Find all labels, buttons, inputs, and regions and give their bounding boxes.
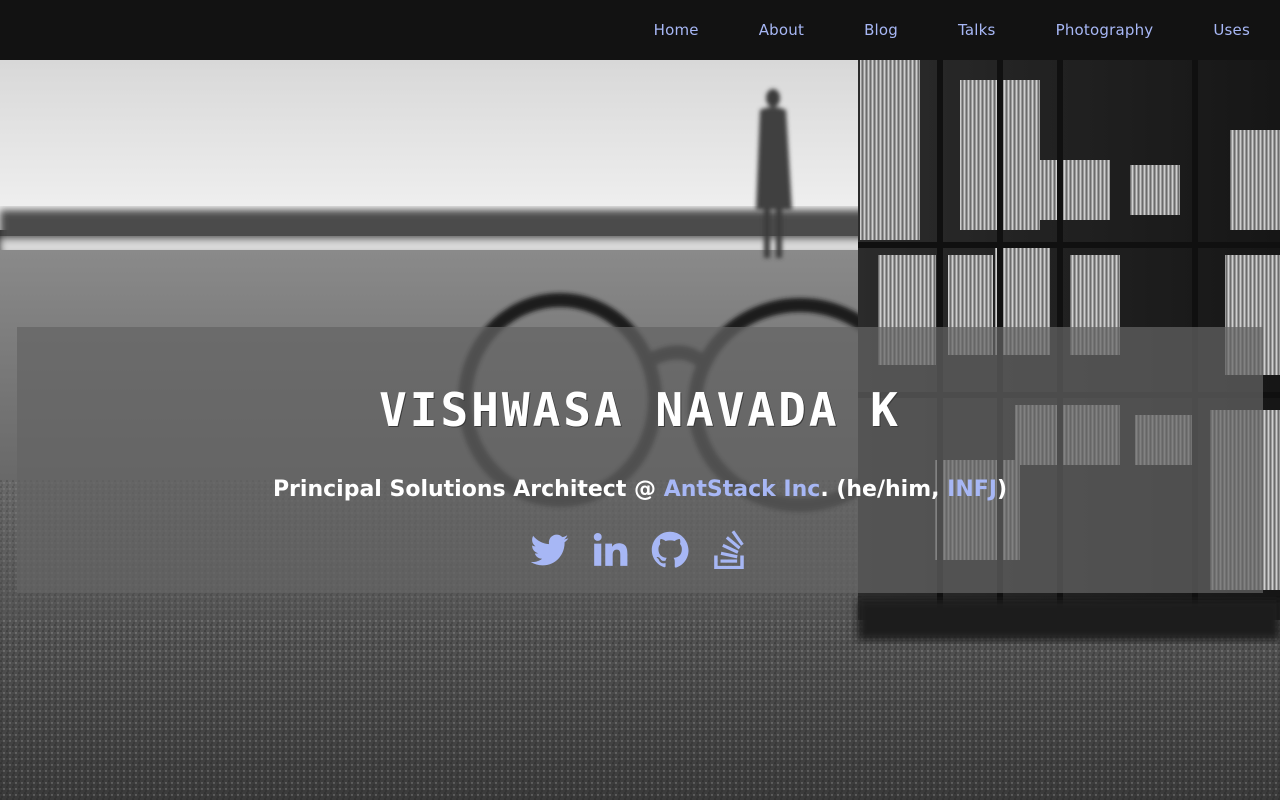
nav-item-talks: Talks [928,0,1026,60]
linkedin-link[interactable] [591,530,629,570]
nav-item-blog: Blog [834,0,928,60]
tagline-middle: . (he/him, [820,477,948,502]
github-link[interactable] [651,530,689,570]
nav-item-home: Home [624,0,729,60]
nav-link-about[interactable]: About [729,0,834,60]
nav-item-photography: Photography [1026,0,1184,60]
tagline-suffix: ) [996,477,1008,502]
stackoverflow-link[interactable] [711,530,749,570]
nav-item-about: About [729,0,834,60]
twitter-icon [531,534,569,566]
site-title: VISHWASA NAVADA K [379,383,901,437]
top-navbar: Home About Blog Talks Photography Uses [0,0,1280,60]
nav-link-blog[interactable]: Blog [834,0,928,60]
github-icon [651,531,689,568]
nav-link-photography[interactable]: Photography [1026,0,1184,60]
company-link[interactable]: AntStack Inc [664,477,821,502]
stackoverflow-icon [714,530,744,569]
nav-menu: Home About Blog Talks Photography Uses [624,0,1280,60]
tagline: Principal Solutions Architect @ AntStack… [17,477,1263,502]
intro-panel: VISHWASA NAVADA K Principal Solutions Ar… [17,327,1263,593]
twitter-link[interactable] [531,530,569,570]
tagline-prefix: Principal Solutions Architect @ [272,477,664,502]
mbti-link[interactable]: INFJ [947,477,997,502]
nav-link-uses[interactable]: Uses [1183,0,1280,60]
nav-item-uses: Uses [1183,0,1280,60]
linkedin-icon [593,532,628,566]
nav-link-talks[interactable]: Talks [928,0,1026,60]
social-links [17,530,1263,570]
nav-link-home[interactable]: Home [624,0,729,60]
